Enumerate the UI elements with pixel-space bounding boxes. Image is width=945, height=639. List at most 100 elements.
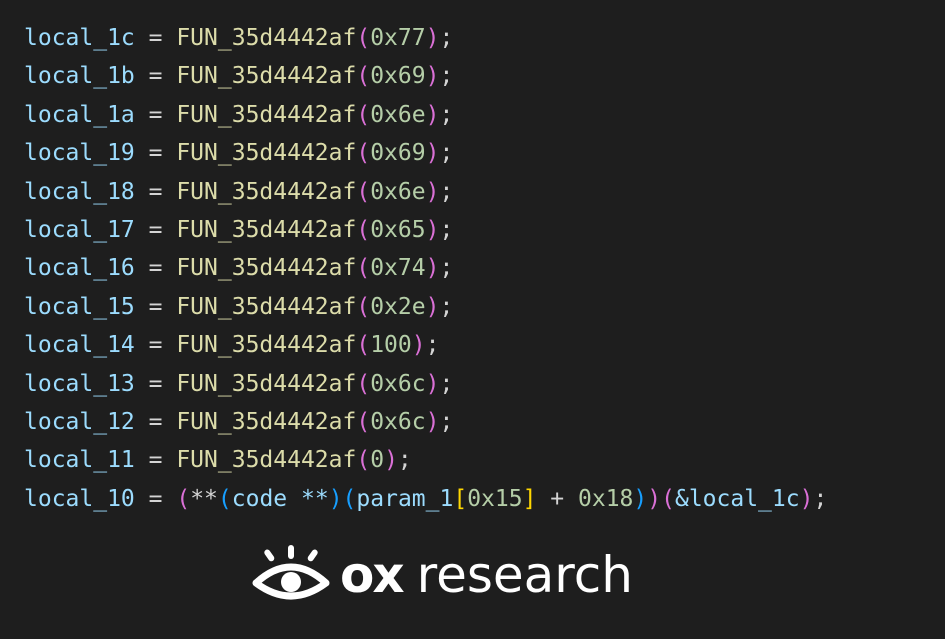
number-literal: 0x6c bbox=[370, 370, 426, 397]
paren-close: ) bbox=[425, 178, 440, 205]
paren-close: ) bbox=[384, 447, 398, 474]
code-line: local_17 = FUN_35d4442af(0x65); bbox=[24, 211, 827, 249]
code-line: local_16 = FUN_35d4442af(0x74); bbox=[24, 249, 827, 287]
function-name-token: FUN_35d4442af bbox=[176, 332, 357, 359]
paren-close: ) bbox=[425, 370, 440, 397]
code-line: local_15 = FUN_35d4442af(0x2e); bbox=[24, 288, 827, 326]
semicolon: ; bbox=[439, 255, 454, 282]
function-name-token: FUN_35d4442af bbox=[176, 255, 357, 282]
paren-open: ( bbox=[661, 485, 675, 512]
paren-close: ) bbox=[411, 332, 426, 359]
function-name-token: FUN_35d4442af bbox=[176, 178, 357, 205]
assign-operator: = bbox=[134, 485, 177, 512]
semicolon: ; bbox=[439, 25, 454, 51]
paren-open: ( bbox=[356, 216, 371, 243]
number-literal: 0x6e bbox=[370, 178, 426, 205]
paren-close: ) bbox=[425, 255, 440, 282]
semicolon: ; bbox=[439, 63, 454, 90]
semicolon: ; bbox=[397, 447, 412, 474]
code-line: local_1b = FUN_35d4442af(0x69); bbox=[24, 57, 827, 95]
assign-operator: = bbox=[134, 63, 177, 90]
semicolon: ; bbox=[439, 293, 454, 320]
code-line: local_12 = FUN_35d4442af(0x6c); bbox=[24, 403, 827, 441]
number-literal: 0x69 bbox=[370, 63, 426, 90]
number-literal: 0x6e bbox=[370, 101, 426, 128]
assign-operator: = bbox=[134, 447, 177, 474]
bracket-open: [ bbox=[453, 485, 468, 512]
code-line: local_14 = FUN_35d4442af(100); bbox=[24, 326, 827, 364]
brand-research-text: research bbox=[416, 546, 633, 604]
param-token: param_1 bbox=[356, 485, 454, 512]
number-literal: 0x65 bbox=[370, 216, 426, 243]
paren-open: ( bbox=[356, 140, 371, 167]
eye-icon bbox=[252, 545, 330, 600]
brand-ox-text: ox bbox=[340, 546, 405, 604]
code-block: local_1c = FUN_35d4442af(0x77); local_1b … bbox=[24, 19, 827, 518]
deref-operator: ** bbox=[190, 485, 218, 512]
cast-type-token: code ** bbox=[231, 485, 329, 512]
paren-open: ( bbox=[356, 293, 371, 320]
variable-token: local_12 bbox=[24, 408, 135, 435]
paren-close: ) bbox=[425, 25, 440, 51]
function-name-token: FUN_35d4442af bbox=[176, 140, 357, 167]
semicolon: ; bbox=[439, 408, 454, 435]
number-literal: 0 bbox=[370, 447, 385, 474]
variable-token: local_1c bbox=[24, 25, 135, 51]
assign-operator: = bbox=[134, 216, 177, 243]
paren-open: ( bbox=[176, 485, 191, 512]
paren-close: ) bbox=[425, 216, 440, 243]
assign-operator: = bbox=[134, 178, 177, 205]
function-name-token: FUN_35d4442af bbox=[176, 216, 357, 243]
semicolon: ; bbox=[439, 216, 454, 243]
variable-token: local_15 bbox=[24, 293, 135, 320]
assign-operator: = bbox=[134, 101, 177, 128]
semicolon: ; bbox=[439, 101, 454, 128]
paren-close: ) bbox=[425, 293, 440, 320]
address-of-token: &local_1c bbox=[674, 485, 800, 512]
number-literal: 100 bbox=[370, 332, 412, 359]
semicolon: ; bbox=[439, 178, 454, 205]
variable-token: local_19 bbox=[24, 140, 135, 167]
paren-close: ) bbox=[328, 485, 343, 512]
assign-operator: = bbox=[134, 25, 177, 51]
bracket-close: ] bbox=[522, 485, 537, 512]
semicolon: ; bbox=[439, 370, 454, 397]
function-name-token: FUN_35d4442af bbox=[176, 63, 357, 90]
assign-operator: = bbox=[134, 408, 177, 435]
number-literal: 0x18 bbox=[578, 485, 634, 512]
variable-token: local_11 bbox=[24, 447, 135, 474]
number-literal: 0x6c bbox=[370, 408, 426, 435]
code-line: local_18 = FUN_35d4442af(0x6e); bbox=[24, 173, 827, 211]
assign-operator: = bbox=[134, 140, 177, 167]
variable-token: local_1b bbox=[24, 63, 135, 90]
paren-open: ( bbox=[356, 408, 371, 435]
paren-open: ( bbox=[356, 447, 371, 474]
code-line: local_1c = FUN_35d4442af(0x77); bbox=[24, 19, 827, 57]
paren-close: ) bbox=[425, 101, 440, 128]
number-literal: 0x15 bbox=[467, 485, 523, 512]
paren-open: ( bbox=[356, 25, 371, 51]
paren-close: ) bbox=[425, 408, 440, 435]
paren-close: ) bbox=[425, 140, 440, 167]
function-name-token: FUN_35d4442af bbox=[176, 25, 357, 51]
function-name-token: FUN_35d4442af bbox=[176, 101, 357, 128]
variable-token: local_17 bbox=[24, 216, 135, 243]
paren-close: ) bbox=[633, 485, 648, 512]
number-literal: 0x69 bbox=[370, 140, 426, 167]
code-line: local_1a = FUN_35d4442af(0x6e); bbox=[24, 96, 827, 134]
paren-open: ( bbox=[342, 485, 357, 512]
semicolon: ; bbox=[425, 332, 440, 359]
variable-token: local_14 bbox=[24, 332, 135, 359]
paren-open: ( bbox=[356, 255, 371, 282]
paren-close: ) bbox=[647, 485, 662, 512]
variable-token: local_13 bbox=[24, 370, 135, 397]
number-literal: 0x77 bbox=[370, 25, 426, 51]
semicolon: ; bbox=[439, 140, 454, 167]
assign-operator: = bbox=[134, 255, 177, 282]
code-line: local_13 = FUN_35d4442af(0x6c); bbox=[24, 365, 827, 403]
number-literal: 0x2e bbox=[370, 293, 426, 320]
paren-open: ( bbox=[356, 101, 371, 128]
function-name-token: FUN_35d4442af bbox=[176, 370, 357, 397]
variable-token: local_10 bbox=[24, 485, 135, 512]
code-line: local_11 = FUN_35d4442af(0); bbox=[24, 441, 827, 479]
